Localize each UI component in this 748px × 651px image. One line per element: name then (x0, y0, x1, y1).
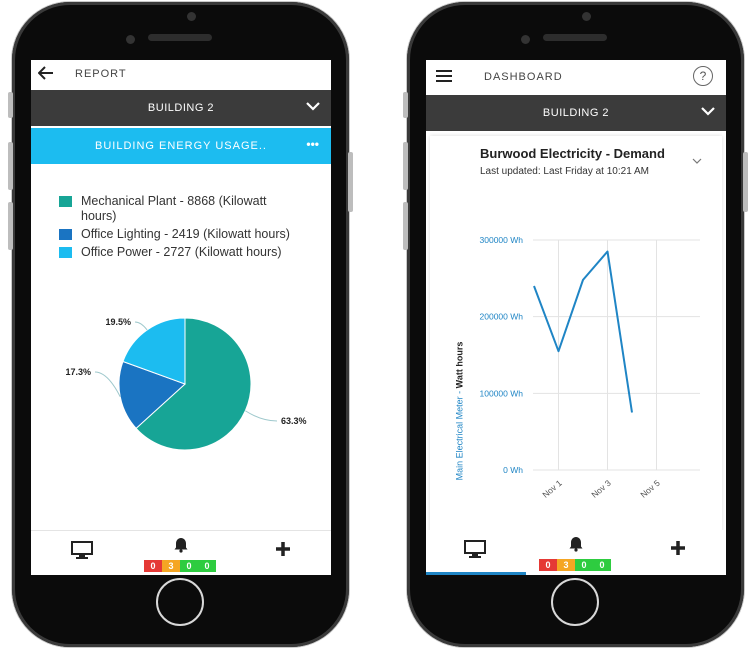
front-sensor (187, 12, 196, 21)
chevron-down-icon[interactable] (305, 98, 321, 119)
volume-down-button (403, 202, 408, 250)
mute-switch (403, 92, 408, 118)
line-chart: 0 Wh 100000 Wh 200000 Wh 300000 Wh Nov 1 Nov … (480, 235, 700, 500)
arrow-left-icon[interactable] (37, 66, 54, 85)
active-tab-indicator (426, 572, 526, 575)
pie-percent-label: 19.5% (105, 317, 131, 327)
volume-up-button (403, 142, 408, 190)
bottom-tab-bar: 0 3 0 0 (31, 530, 331, 575)
legend-swatch (59, 229, 72, 240)
bell-icon[interactable] (569, 536, 583, 557)
building-selector[interactable]: BUILDING 2 (426, 95, 726, 131)
legend-label: Office Power - 2727 (Kilowatt hours) (81, 245, 282, 259)
report-screen: REPORT BUILDING 2 BUILDING ENERGY USAGE.… (31, 60, 331, 575)
dashboard-screen: DASHBOARD ? BUILDING 2 Burwood Electrici… (426, 60, 726, 575)
building-selector[interactable]: BUILDING 2 (31, 90, 331, 126)
report-header: REPORT (31, 60, 331, 90)
page-title: REPORT (75, 68, 127, 80)
hamburger-menu-icon[interactable] (436, 69, 452, 88)
legend-swatch (59, 247, 72, 258)
demand-series-line[interactable] (533, 250, 633, 413)
home-button[interactable] (551, 578, 599, 626)
x-tick-label: Nov 3 (589, 478, 613, 500)
monitor-icon[interactable] (464, 540, 486, 563)
x-tick-label: Nov 5 (638, 478, 662, 500)
phone-right: DASHBOARD ? BUILDING 2 Burwood Electrici… (403, 2, 748, 647)
legend-label: Office Lighting - 2419 (Kilowatt hours) (81, 227, 290, 241)
page-title: DASHBOARD (484, 71, 563, 83)
alert-counts[interactable]: 0 3 0 0 (144, 560, 216, 572)
building-name: BUILDING 2 (542, 107, 610, 119)
legend-item-mechanical-plant: Mechanical Plant - 8868 (Kilowatt hours) (59, 194, 299, 224)
pie-leader-line (94, 371, 121, 397)
power-button (348, 152, 353, 212)
power-button (743, 152, 748, 212)
chart-card: Burwood Electricity - Demand Last update… (430, 136, 722, 575)
building-name: BUILDING 2 (147, 102, 215, 114)
widget-header: BUILDING ENERGY USAGE.. ••• (31, 128, 331, 164)
pie-leader-line (134, 321, 148, 331)
front-camera (126, 35, 135, 44)
legend-swatch (59, 196, 72, 207)
y-tick-label: 0 Wh (503, 465, 523, 475)
alert-count-critical: 0 (539, 559, 557, 571)
earpiece-speaker (148, 34, 212, 41)
chevron-down-icon[interactable] (700, 103, 716, 124)
phone-left: REPORT BUILDING 2 BUILDING ENERGY USAGE.… (8, 2, 353, 647)
volume-down-button (8, 202, 13, 250)
alert-count-info: 0 (575, 559, 593, 571)
alert-count-info: 0 (180, 560, 198, 572)
legend-item-office-power: Office Power - 2727 (Kilowatt hours) (59, 245, 299, 260)
pie-leader-line (245, 410, 278, 422)
volume-up-button (8, 142, 13, 190)
pie-legend: Mechanical Plant - 8868 (Kilowatt hours)… (59, 194, 299, 263)
alert-count-warning: 3 (162, 560, 180, 572)
pie-chart: 63.3% 17.3% 19.5% (65, 317, 307, 451)
pie-percent-label: 63.3% (281, 416, 307, 426)
y-tick-label: 200000 Wh (480, 312, 524, 322)
monitor-icon[interactable] (71, 541, 93, 564)
legend-label: Mechanical Plant - 8868 (Kilowatt hours) (81, 194, 267, 223)
front-camera (521, 35, 530, 44)
front-sensor (582, 12, 591, 21)
alert-count-ok: 0 (593, 559, 611, 571)
bell-icon[interactable] (174, 537, 188, 558)
y-tick-label: 100000 Wh (480, 388, 524, 398)
widget-title: BUILDING ENERGY USAGE.. (95, 140, 267, 152)
help-icon[interactable]: ? (693, 66, 713, 86)
pie-percent-label: 17.3% (65, 367, 91, 377)
earpiece-speaker (543, 34, 607, 41)
y-tick-label: 300000 Wh (480, 235, 524, 245)
home-button[interactable] (156, 578, 204, 626)
plus-icon[interactable] (275, 541, 291, 562)
alert-counts[interactable]: 0 3 0 0 (539, 559, 611, 571)
x-tick-label: Nov 1 (540, 478, 564, 500)
legend-item-office-lighting: Office Lighting - 2419 (Kilowatt hours) (59, 227, 299, 242)
mute-switch (8, 92, 13, 118)
plus-icon[interactable] (670, 540, 686, 561)
alert-count-critical: 0 (144, 560, 162, 572)
dashboard-header: DASHBOARD ? (426, 60, 726, 94)
more-options-button[interactable]: ••• (306, 137, 319, 151)
alert-count-warning: 3 (557, 559, 575, 571)
alert-count-ok: 0 (198, 560, 216, 572)
bottom-tab-bar: 0 3 0 0 (426, 530, 726, 575)
